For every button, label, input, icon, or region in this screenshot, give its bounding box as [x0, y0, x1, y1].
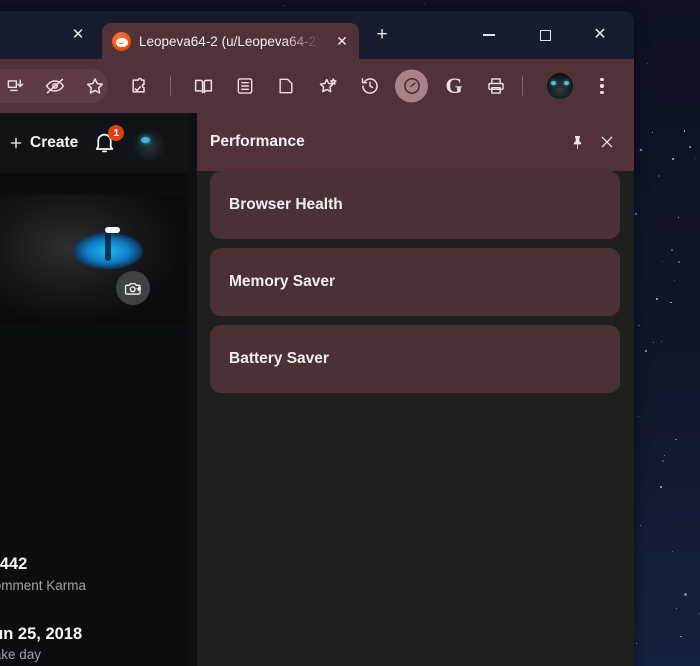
toolbar-divider [522, 76, 523, 96]
reddit-profile-avatar[interactable] [132, 126, 167, 160]
cake-day-label: Cake day [0, 647, 42, 662]
star [670, 301, 672, 304]
hide-eye-icon[interactable] [40, 71, 70, 101]
page-body: Create 1 442 mment Karma n 25, 2018 ke d… [0, 113, 634, 666]
print-icon[interactable] [481, 71, 511, 101]
dot [600, 84, 604, 88]
star [684, 593, 687, 596]
collections-list-icon[interactable] [230, 71, 260, 101]
dot [600, 90, 604, 95]
panel-item-browser-health[interactable]: Browser Health [210, 171, 620, 239]
star [658, 174, 661, 177]
notes-page-icon[interactable] [271, 71, 301, 101]
star [646, 62, 648, 64]
star [639, 525, 641, 527]
camera-add-icon[interactable] [116, 271, 150, 305]
tab-strip: ✕ Leopeva64-2 (u/Leopeva64-2) ✕ + ✕ [0, 11, 634, 59]
close-icon: ✕ [593, 26, 607, 43]
background-tab-close-button[interactable]: ✕ [66, 22, 90, 46]
toolbar-divider [170, 76, 171, 96]
star [638, 325, 640, 327]
dot [600, 77, 604, 82]
profile-banner-image [0, 195, 186, 325]
reddit-page-content: Create 1 442 mment Karma n 25, 2018 ke d… [0, 113, 189, 666]
plus-icon [10, 137, 22, 149]
pin-icon[interactable] [562, 127, 592, 157]
active-tab-title: Leopeva64-2 (u/Leopeva64-2) [139, 33, 321, 49]
new-tab-button[interactable]: + [369, 22, 395, 48]
cake-day-value: Jun 25, 2018 [0, 625, 83, 643]
panel-item-label: Memory Saver [229, 273, 335, 290]
sparkle-star-icon[interactable] [313, 71, 343, 101]
browser-toolbar: G [0, 59, 634, 113]
close-icon[interactable]: ✕ [331, 30, 353, 52]
star [662, 460, 665, 463]
active-tab[interactable]: Leopeva64-2 (u/Leopeva64-2) ✕ [102, 23, 359, 59]
panel-item-battery-saver[interactable]: Battery Saver [210, 325, 620, 393]
star [664, 454, 666, 457]
star [651, 132, 653, 133]
star [637, 415, 640, 418]
star [645, 349, 648, 353]
cat-eye-glint [105, 227, 120, 233]
star [694, 158, 696, 160]
star [671, 158, 674, 161]
favorite-star-icon[interactable] [80, 71, 110, 101]
star [635, 213, 637, 216]
star [677, 261, 680, 263]
minimize-icon [483, 34, 495, 36]
window-minimize-button[interactable] [472, 20, 506, 50]
side-panel-title: Performance [210, 133, 305, 150]
window-maximize-button[interactable] [528, 20, 562, 50]
notifications-button[interactable]: 1 [92, 125, 125, 156]
profile-avatar[interactable] [547, 73, 573, 99]
star [656, 297, 659, 300]
star [283, 4, 285, 6]
star [683, 130, 686, 132]
reddit-icon [112, 31, 131, 51]
star [662, 260, 663, 262]
performance-options-list: Browser Health Memory Saver Battery Save… [210, 171, 620, 402]
star [679, 635, 682, 638]
notifications-badge: 1 [108, 125, 125, 141]
create-button-label: Create [30, 134, 79, 151]
star [697, 613, 699, 614]
reading-mode-book-icon[interactable] [188, 71, 218, 101]
star [670, 248, 673, 251]
star [675, 607, 677, 609]
create-button[interactable]: Create [0, 134, 78, 152]
google-g-icon[interactable]: G [439, 71, 469, 101]
page-gutter [189, 113, 197, 666]
cat-eye-pupil [105, 231, 111, 261]
maximize-icon [539, 29, 551, 41]
star [672, 550, 674, 552]
star [659, 486, 662, 489]
history-clock-icon[interactable] [355, 71, 385, 101]
performance-speedometer-icon[interactable] [397, 71, 427, 101]
reddit-top-bar: Create 1 [0, 113, 189, 173]
three-dots-icon[interactable] [593, 75, 611, 97]
panel-item-label: Battery Saver [229, 350, 329, 367]
install-app-icon[interactable] [0, 71, 30, 101]
star [423, 3, 425, 5]
panel-item-memory-saver[interactable]: Memory Saver [210, 248, 620, 316]
star [660, 341, 662, 343]
star [652, 341, 653, 343]
panel-item-label: Browser Health [229, 196, 343, 213]
star [678, 216, 680, 218]
performance-side-panel: Performance Browser Health Memory Saver … [197, 113, 634, 666]
extensions-puzzle-icon[interactable] [124, 71, 154, 101]
star [640, 148, 642, 151]
comment-karma-value: 4,442 [0, 555, 28, 573]
star [688, 145, 691, 148]
window-close-button[interactable]: ✕ [583, 20, 617, 50]
side-panel-header: Performance [197, 113, 634, 171]
close-icon[interactable] [592, 127, 622, 157]
star [673, 280, 675, 282]
browser-window: ✕ Leopeva64-2 (u/Leopeva64-2) ✕ + ✕ G Cr… [0, 11, 634, 666]
star [635, 643, 637, 645]
star [675, 438, 677, 441]
comment-karma-label: Comment Karma [0, 578, 87, 593]
